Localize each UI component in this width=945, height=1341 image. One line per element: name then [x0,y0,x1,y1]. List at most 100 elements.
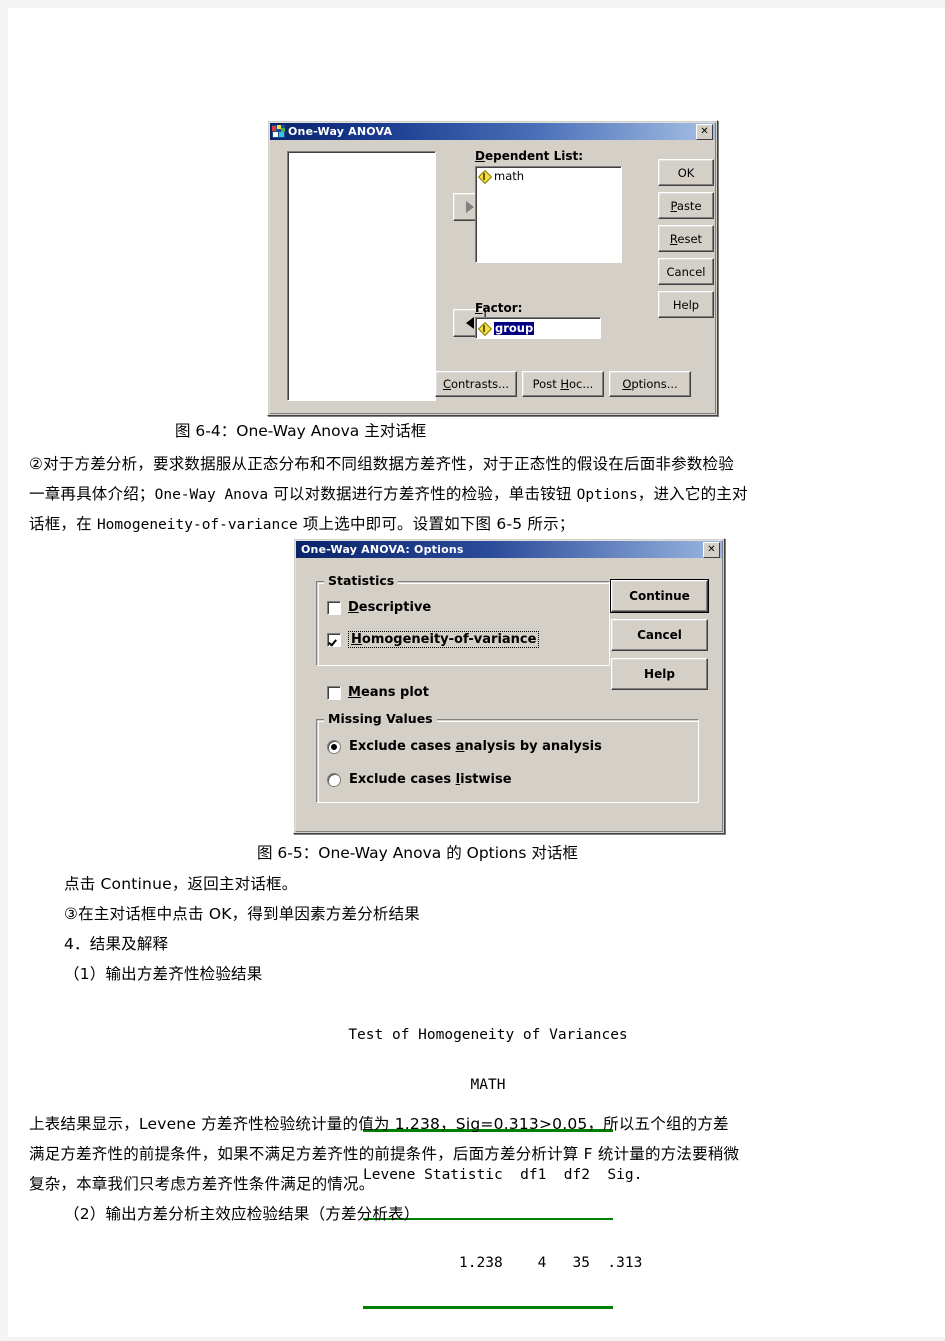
factor-field[interactable]: group [475,317,601,339]
dependent-list[interactable]: math [475,166,622,263]
paste-button-label: aste [676,198,702,213]
homogeneity-checkbox-row[interactable]: Homogeneity-of-variance [327,631,540,648]
options-help-button[interactable]: Help [611,658,708,690]
means-plot-label: Means plot [348,685,429,700]
help-button[interactable]: Help [658,291,714,318]
table-bottom-rule [363,1306,613,1309]
factor-label-rest: actor: [482,301,523,315]
exclude-listwise-radio[interactable] [327,772,341,787]
descriptive-checkbox[interactable] [327,600,341,615]
means-plot-rest: eans plot [360,685,429,700]
homogeneity-mnemonic: H [351,632,362,647]
options-button-label: ptions... [631,377,678,391]
dependent-list-label: Dependent List: [475,149,583,163]
exclude-listwise-radio-row[interactable]: Exclude cases listwise [327,772,512,787]
one-way-anova-dialog: One-Way ANOVA ✕ Dependent List: math Fac… [267,120,718,416]
figure-6-4-caption: 图 6-4：One-Way Anova 主对话框 [175,422,427,440]
factor-label: Factor: [475,301,522,315]
statistics-group-title: Statistics [324,573,399,588]
dependent-label-mnemonic: D [475,149,485,163]
table-subtitle: MATH [470,1077,506,1093]
paragraph-continue: 点击 Continue，返回主对话框。 [64,875,298,893]
paragraph-6-line-1: 上表结果显示，Levene 方差齐性检验统计量的值为 1.238，Sig=0.3… [29,1115,729,1133]
paragraph-6-line-2: 满足方差齐性的前提条件，如果不满足方差齐性的前提条件，后面方差分析计算 F 统计… [29,1145,740,1163]
cancel-button-label: Cancel [666,264,706,279]
statistics-group [316,581,610,666]
close-icon[interactable]: ✕ [696,123,713,140]
exclude-listwise-rest: istwise [460,772,512,787]
continue-button-label: Continue [629,589,690,603]
nominal-variable-icon [479,323,490,334]
paragraph-4-results-heading: 4．结果及解释 [64,935,169,953]
document-body: One-Way ANOVA ✕ Dependent List: math Fac… [8,8,945,1337]
ok-button-label: OK [677,165,695,180]
options-button[interactable]: Options... [609,371,691,397]
p2l2-a: 一章再具体介绍； [29,485,155,503]
contrasts-button-label: ontrasts... [450,377,510,391]
paragraph-5-output-homogeneity: （1）输出方差齐性检验结果 [64,965,263,983]
means-plot-checkbox-row[interactable]: Means plot [327,685,429,700]
descriptive-mnemonic: D [348,600,359,615]
p2l3-c: 项上选中即可。设置如下图 6-5 所示； [297,515,575,533]
descriptive-rest: escriptive [358,600,432,615]
close-icon[interactable]: ✕ [703,541,720,558]
p2l3-a: 话框，在 [29,515,97,533]
dialog-titlebar[interactable]: One-Way ANOVA ✕ [270,123,715,140]
homogeneity-label: Homogeneity-of-variance [348,631,540,648]
contrasts-button[interactable]: Contrasts... [435,371,517,397]
options-cancel-button[interactable]: Cancel [611,619,708,651]
ok-button[interactable]: OK [658,159,714,186]
descriptive-checkbox-row[interactable]: Descriptive [327,600,431,615]
options-titlebar-buttons: ✕ [703,541,720,558]
table-title: Test of Homogeneity of Variances [348,1027,628,1043]
exclude-analysis-radio[interactable] [327,739,341,754]
exclude-analysis-pre: Exclude cases [349,739,456,754]
options-dialog-title: One-Way ANOVA: Options [301,543,464,556]
triangle-left-icon [465,317,474,329]
missing-values-group [316,719,699,803]
options-dialog-titlebar[interactable]: One-Way ANOVA: Options ✕ [296,541,722,558]
means-plot-checkbox[interactable] [327,685,341,700]
titlebar-buttons: ✕ [696,123,713,140]
exclude-analysis-rest: nalysis by analysis [464,739,602,754]
factor-value: group [494,320,535,335]
dialog-title: One-Way ANOVA [288,125,393,138]
post-hoc-button[interactable]: Post Hoc... [522,371,604,397]
exclude-analysis-label: Exclude cases analysis by analysis [349,739,602,754]
options-help-label: Help [644,667,675,681]
exclude-listwise-pre: Exclude cases [349,772,456,787]
paragraph-2-line-1: ②对于方差分析，要求数据服从正态分布和不同组数据方差齐性，对于正态性的假设在后面… [29,455,734,473]
p2l2-e: ，进入它的主对 [637,485,748,503]
p2l2-d: Options [576,487,638,503]
p2l2-b: One-Way Anova [154,487,269,503]
paste-button[interactable]: Paste [658,192,714,219]
one-way-anova-options-dialog: One-Way ANOVA: Options ✕ Statistics Desc… [293,538,725,834]
help-button-label: Help [672,297,700,312]
paragraph-3: ③在主对话框中点击 OK，得到单因素方差分析结果 [64,905,420,923]
document-page: One-Way ANOVA ✕ Dependent List: math Fac… [8,8,945,1337]
paragraph-7-output-anova-table: （2）输出方差分析主效应检验结果（方差分析表） [64,1205,420,1223]
homogeneity-rest: omogeneity-of-variance [361,632,537,647]
triangle-right-icon [465,201,474,213]
exclude-analysis-radio-row[interactable]: Exclude cases analysis by analysis [327,739,602,754]
paragraph-2-line-3: 话框，在 Homogeneity-of-variance 项上选中即可。设置如下… [29,509,575,540]
homogeneity-checkbox[interactable] [327,632,341,647]
spss-app-icon [272,125,285,138]
paragraph-2-line-2: 一章再具体介绍；One-Way Anova 可以对数据进行方差齐性的检验，单击铵… [29,479,748,510]
figure-6-5-caption: 图 6-5：One-Way Anova 的 Options 对话框 [257,844,578,862]
dependent-label-rest: ependent List: [484,149,584,163]
table-value-row: 1.238 4 35 .313 [363,1255,643,1271]
continue-button[interactable]: Continue [611,580,708,612]
list-item[interactable]: math [476,167,621,183]
reset-button-label: eset [677,231,703,246]
cancel-button[interactable]: Cancel [658,258,714,285]
p2l2-c: 可以对数据进行方差齐性的检验，单击铵钮 [268,485,577,503]
list-item-label: math [494,169,525,183]
means-plot-mnemonic: M [348,685,361,700]
reset-button[interactable]: Reset [658,225,714,252]
options-cancel-label: Cancel [637,628,682,642]
table-header-row: Levene Statistic df1 df2 Sig. [363,1167,643,1183]
source-variable-list[interactable] [287,151,436,401]
missing-values-group-title: Missing Values [324,711,437,726]
p2l3-b: Homogeneity-of-variance [96,517,298,533]
